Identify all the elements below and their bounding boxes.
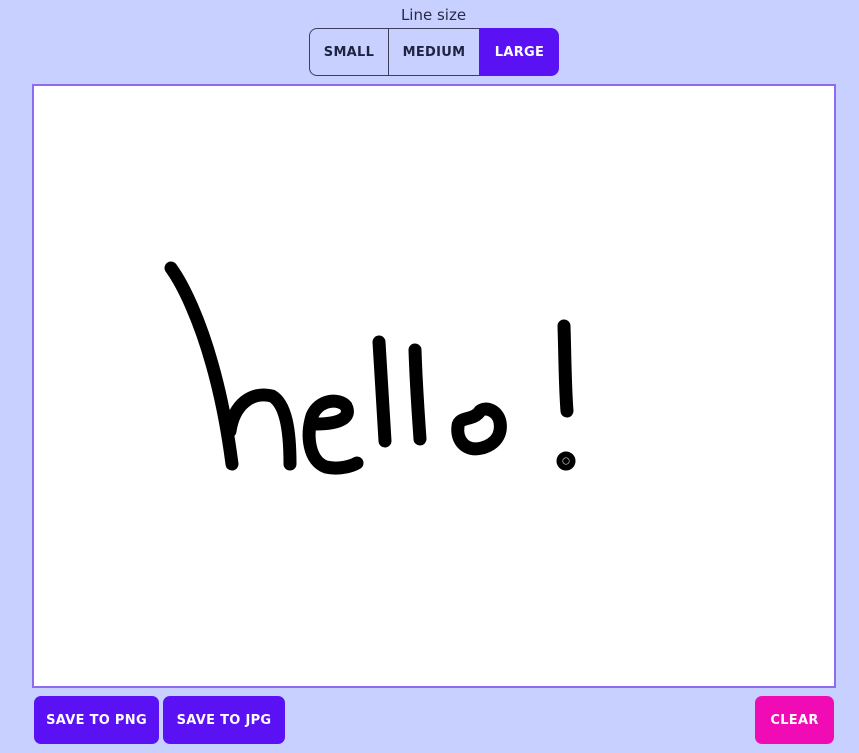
drawing-surface[interactable] [34,86,834,686]
clear-button[interactable]: CLEAR [755,696,834,744]
drawing-canvas[interactable] [32,84,836,688]
stroke-exclamation-dot [556,451,576,471]
stroke-l2 [408,343,427,446]
line-size-medium-button[interactable]: MEDIUM [389,28,480,76]
stroke-o [451,402,507,456]
line-size-small-button[interactable]: SMALL [309,28,389,76]
stroke-exclamation-line [557,319,574,418]
line-size-large-button[interactable]: LARGE [480,28,559,76]
stroke-e [302,394,364,475]
line-size-label: Line size [400,6,467,24]
line-size-toggle-group: SMALL MEDIUM LARGE [309,28,559,76]
stroke-h [164,261,297,471]
stroke-l1 [372,335,392,448]
save-to-jpg-button[interactable]: SAVE TO JPG [163,696,285,744]
save-to-png-button[interactable]: SAVE TO PNG [34,696,159,744]
